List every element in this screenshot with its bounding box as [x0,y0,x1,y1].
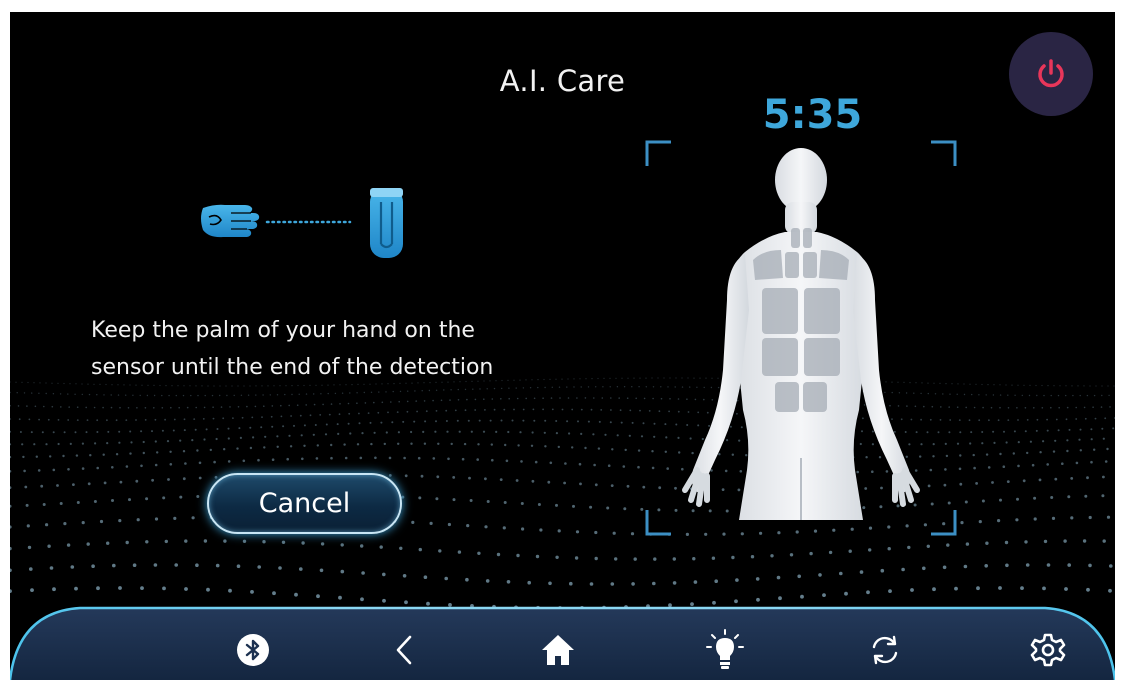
screen: A.I. Care 5:35 Keep the palm of your han… [10,12,1115,680]
instruction-line-1: Keep the palm of your hand on the [91,318,475,343]
hand-icon [201,204,260,238]
home-button[interactable] [533,630,583,670]
light-button[interactable] [700,629,750,670]
power-button[interactable] [1009,32,1093,116]
sync-icon [872,635,898,665]
body-scan-illustration [645,140,957,536]
settings-button[interactable] [1023,630,1073,670]
cancel-button[interactable]: Cancel [207,473,402,534]
back-icon [396,635,412,665]
instruction-text: Keep the palm of your hand on the sensor… [91,312,571,386]
hand-sensor-illustration [201,188,403,258]
human-body-figure [682,148,920,520]
bluetooth-icon [237,634,269,666]
lightbulb-icon [706,629,744,669]
back-button[interactable] [380,630,430,670]
bluetooth-button[interactable] [228,630,278,670]
home-icon [542,635,574,665]
sync-button[interactable] [860,630,910,670]
page-title: A.I. Care [499,64,626,98]
sensor-icon [370,188,403,258]
instruction-line-2: sensor until the end of the detection [91,355,494,380]
timer: 5:35 [762,92,863,138]
power-icon [1038,59,1064,88]
settings-icon [1030,633,1066,667]
